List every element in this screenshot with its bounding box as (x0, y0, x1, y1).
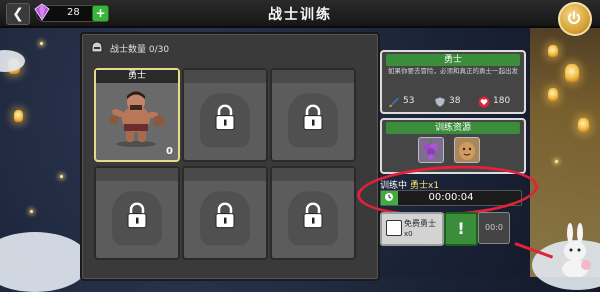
slot-title (272, 168, 354, 181)
shield-icon (434, 96, 446, 108)
lock-icon (127, 202, 147, 229)
lantern-decoration (578, 118, 589, 132)
health-value: 180 (493, 96, 511, 106)
spark-decoration (555, 160, 558, 163)
grape-icon (424, 139, 438, 160)
lock-icon (215, 104, 235, 131)
spark-decoration (40, 42, 43, 45)
slot-title (272, 70, 354, 83)
resources-title: 训练资源 (386, 122, 520, 134)
lantern-decoration (548, 45, 558, 57)
locked-slot[interactable] (270, 166, 356, 260)
lock-icon (303, 202, 323, 229)
heart-icon (478, 96, 490, 108)
defense-value: 38 (449, 96, 461, 106)
slot-count: 0 (166, 146, 173, 157)
power-icon (568, 11, 580, 24)
cloud-decoration (0, 50, 25, 72)
lantern-decoration (14, 110, 23, 122)
lock-icon (215, 202, 235, 229)
info-title: 勇士 (386, 54, 520, 66)
warrior-slots-panel: 战士数量 0/30 勇士 0 (80, 32, 380, 281)
rabbit-mascot (562, 223, 591, 277)
free-warrior-button[interactable]: 免费勇士 x0 (380, 212, 444, 246)
warrior-info-card: 勇士 如果你要去冒险，必须和真正的勇士一起出发 53 38 180 (380, 50, 526, 114)
spark-decoration (60, 175, 63, 178)
speed-up-button[interactable]: ! (444, 212, 478, 246)
locked-slot[interactable] (94, 166, 180, 260)
lantern-decoration (565, 64, 579, 82)
power-button[interactable] (558, 2, 592, 36)
locked-slot[interactable] (182, 68, 268, 162)
slot-title (184, 168, 266, 181)
video-icon (386, 220, 402, 236)
potato-resource[interactable] (454, 137, 480, 163)
sword-icon (389, 97, 399, 107)
info-description: 如果你要去冒险，必须和真正的勇士一起出发 (388, 67, 518, 75)
helmet-icon (91, 41, 103, 53)
free-button-count: x0 (404, 230, 413, 238)
side-timer-button[interactable]: 00:0 (478, 212, 510, 244)
lantern-decoration (548, 88, 558, 101)
lock-icon (303, 104, 323, 131)
spark-decoration (30, 210, 33, 213)
attack-value: 53 (403, 96, 415, 106)
potato-icon (459, 142, 475, 160)
locked-slot[interactable] (270, 68, 356, 162)
cloud-decoration (0, 232, 90, 292)
grape-resource[interactable] (418, 137, 444, 163)
slot-title (184, 70, 266, 83)
page-title: 战士训练 (268, 7, 332, 23)
slot-title (96, 168, 178, 181)
warrior-avatar (110, 91, 164, 147)
free-button-label: 免费勇士 (404, 219, 436, 228)
top-bar: ❮ 28 + 战士训练 (0, 0, 600, 28)
warrior-slot-brave[interactable]: 勇士 0 (94, 68, 180, 162)
warrior-count-label: 战士数量 0/30 (110, 45, 170, 55)
locked-slot[interactable] (182, 166, 268, 260)
slot-title: 勇士 (96, 70, 178, 83)
